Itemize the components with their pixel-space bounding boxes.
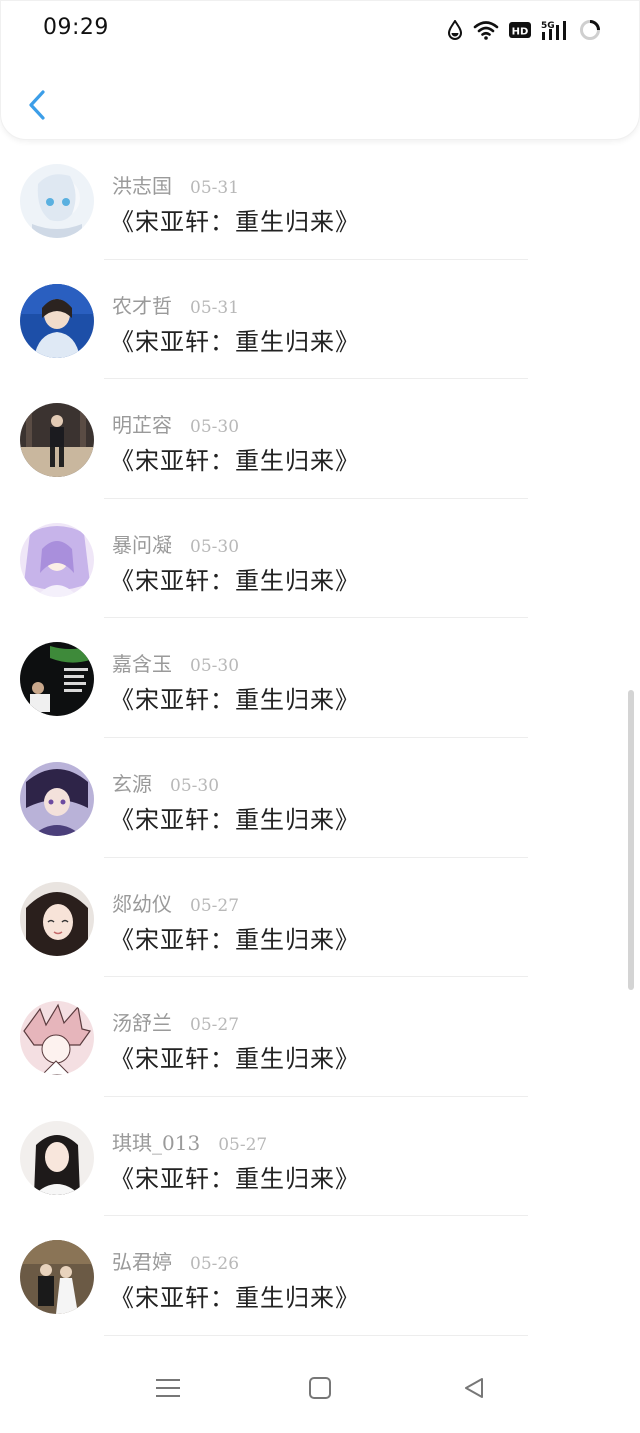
avatar-image bbox=[20, 1120, 94, 1195]
list-item[interactable]: 郯幼仪 05-27 《宋亚轩：重生归来》 bbox=[0, 858, 640, 978]
name-line: 洪志国 05-31 bbox=[112, 170, 239, 199]
book-title[interactable]: 《宋亚轩：重生归来》 bbox=[110, 1039, 360, 1074]
avatar[interactable] bbox=[20, 164, 94, 238]
avatar[interactable] bbox=[20, 403, 94, 478]
hd-icon: HD bbox=[509, 22, 531, 38]
system-back-button[interactable] bbox=[454, 1368, 494, 1408]
book-title[interactable]: 《宋亚轩：重生归来》 bbox=[110, 1278, 360, 1313]
avatar[interactable] bbox=[20, 642, 94, 717]
avatar[interactable] bbox=[20, 761, 94, 836]
book-title[interactable]: 《宋亚轩：重生归来》 bbox=[110, 561, 360, 596]
list-item[interactable]: 农才哲 05-31 《宋亚轩：重生归来》 bbox=[0, 260, 640, 380]
name-line: 玄源 05-30 bbox=[112, 768, 219, 797]
list-item[interactable]: 暴问凝 05-30 《宋亚轩：重生归来》 bbox=[0, 499, 640, 619]
comment-list: 洪志国 05-31 《宋亚轩：重生归来》 农才哲 05-31 《宋亚轩：重生归来… bbox=[0, 140, 640, 1336]
book-title[interactable]: 《宋亚轩：重生归来》 bbox=[110, 920, 360, 955]
book-title[interactable]: 《宋亚轩：重生归来》 bbox=[110, 800, 360, 835]
name-line: 暴问凝 05-30 bbox=[112, 529, 239, 558]
avatar[interactable] bbox=[20, 1001, 94, 1076]
avatar[interactable] bbox=[20, 522, 94, 597]
home-square-icon bbox=[309, 1377, 331, 1399]
user-name[interactable]: 嘉含玉 bbox=[112, 648, 172, 677]
home-button[interactable] bbox=[300, 1368, 340, 1408]
post-date: 05-27 bbox=[190, 1015, 240, 1036]
avatar[interactable] bbox=[20, 1240, 94, 1315]
post-date: 05-31 bbox=[190, 297, 240, 318]
post-date: 05-26 bbox=[190, 1254, 240, 1275]
menu-button[interactable] bbox=[148, 1368, 188, 1408]
name-line: 明芷容 05-30 bbox=[112, 409, 239, 438]
screen: 09:29 HD 5G 洪志国 05-31 《宋亚轩：重生归来》 农才哲 05-… bbox=[0, 0, 640, 1433]
book-title[interactable]: 《宋亚轩：重生归来》 bbox=[110, 441, 360, 476]
post-date: 05-30 bbox=[190, 417, 240, 438]
user-name[interactable]: 玄源 bbox=[112, 768, 152, 797]
menu-icon bbox=[156, 1379, 180, 1397]
list-item[interactable]: 弘君婷 05-26 《宋亚轩：重生归来》 bbox=[0, 1216, 640, 1336]
avatar-image bbox=[20, 642, 94, 717]
list-item[interactable]: 汤舒兰 05-27 《宋亚轩：重生归来》 bbox=[0, 977, 640, 1097]
name-line: 琪琪_013 05-27 bbox=[112, 1127, 267, 1156]
book-title[interactable]: 《宋亚轩：重生归来》 bbox=[110, 1159, 360, 1194]
avatar-image bbox=[20, 761, 94, 836]
avatar-image bbox=[20, 522, 94, 597]
user-name[interactable]: 郯幼仪 bbox=[112, 888, 172, 917]
post-date: 05-30 bbox=[170, 775, 220, 796]
user-name[interactable]: 明芷容 bbox=[112, 409, 172, 438]
back-button[interactable] bbox=[19, 83, 55, 127]
user-name[interactable]: 琪琪_013 bbox=[112, 1127, 200, 1156]
user-name[interactable]: 暴问凝 bbox=[112, 529, 172, 558]
avatar-image bbox=[20, 403, 94, 478]
back-triangle-icon bbox=[465, 1378, 483, 1398]
status-time: 09:29 bbox=[43, 15, 109, 40]
user-name[interactable]: 农才哲 bbox=[112, 290, 172, 319]
user-name[interactable]: 洪志国 bbox=[112, 170, 172, 199]
divider bbox=[104, 1334, 528, 1336]
list-item[interactable]: 洪志国 05-31 《宋亚轩：重生归来》 bbox=[0, 140, 640, 260]
post-date: 05-31 bbox=[190, 178, 240, 198]
header: 09:29 HD 5G bbox=[0, 0, 640, 140]
name-line: 郯幼仪 05-27 bbox=[112, 888, 239, 917]
avatar[interactable] bbox=[20, 881, 94, 956]
book-title[interactable]: 《宋亚轩：重生归来》 bbox=[110, 322, 360, 357]
svg-text:5G: 5G bbox=[541, 21, 555, 31]
svg-text:HD: HD bbox=[512, 27, 529, 38]
avatar[interactable] bbox=[20, 283, 94, 358]
status-icons: HD 5G bbox=[447, 17, 601, 43]
signal-5g-icon: 5G bbox=[541, 21, 566, 40]
system-nav-bar bbox=[0, 1340, 640, 1433]
list-item[interactable]: 嘉含玉 05-30 《宋亚轩：重生归来》 bbox=[0, 618, 640, 738]
post-date: 05-27 bbox=[190, 895, 240, 916]
list-item[interactable]: 玄源 05-30 《宋亚轩：重生归来》 bbox=[0, 738, 640, 858]
chevron-left-icon bbox=[29, 90, 45, 120]
avatar-image bbox=[20, 164, 94, 238]
wifi-icon bbox=[473, 21, 499, 40]
water-drop-icon bbox=[447, 20, 463, 40]
book-title[interactable]: 《宋亚轩：重生归来》 bbox=[110, 202, 360, 237]
list-item[interactable]: 琪琪_013 05-27 《宋亚轩：重生归来》 bbox=[0, 1097, 640, 1217]
avatar-image bbox=[20, 1240, 94, 1315]
user-name[interactable]: 汤舒兰 bbox=[112, 1007, 172, 1036]
scrollbar[interactable] bbox=[628, 690, 634, 990]
battery-loading-icon bbox=[580, 20, 600, 40]
list-item[interactable]: 明芷容 05-30 《宋亚轩：重生归来》 bbox=[0, 379, 640, 499]
name-line: 嘉含玉 05-30 bbox=[112, 648, 239, 677]
name-line: 汤舒兰 05-27 bbox=[112, 1007, 239, 1036]
avatar[interactable] bbox=[20, 1120, 94, 1195]
name-line: 弘君婷 05-26 bbox=[112, 1246, 239, 1275]
avatar-image bbox=[20, 1001, 94, 1076]
user-name[interactable]: 弘君婷 bbox=[112, 1246, 172, 1275]
avatar-image bbox=[20, 283, 94, 358]
post-date: 05-27 bbox=[218, 1134, 268, 1155]
avatar-image bbox=[20, 881, 94, 956]
book-title[interactable]: 《宋亚轩：重生归来》 bbox=[110, 680, 360, 715]
post-date: 05-30 bbox=[190, 656, 240, 677]
post-date: 05-30 bbox=[190, 536, 240, 557]
name-line: 农才哲 05-31 bbox=[112, 290, 239, 319]
